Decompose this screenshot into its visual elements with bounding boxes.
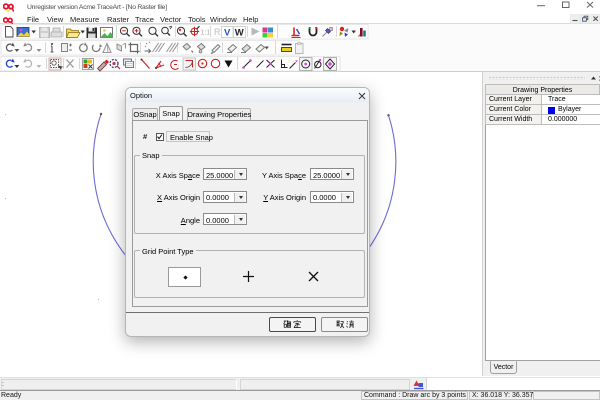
svg-text:1:1: 1:1	[201, 30, 211, 37]
svg-text:R: R	[214, 27, 221, 37]
svg-text:W: W	[235, 28, 244, 39]
svg-text:V: V	[224, 28, 231, 39]
